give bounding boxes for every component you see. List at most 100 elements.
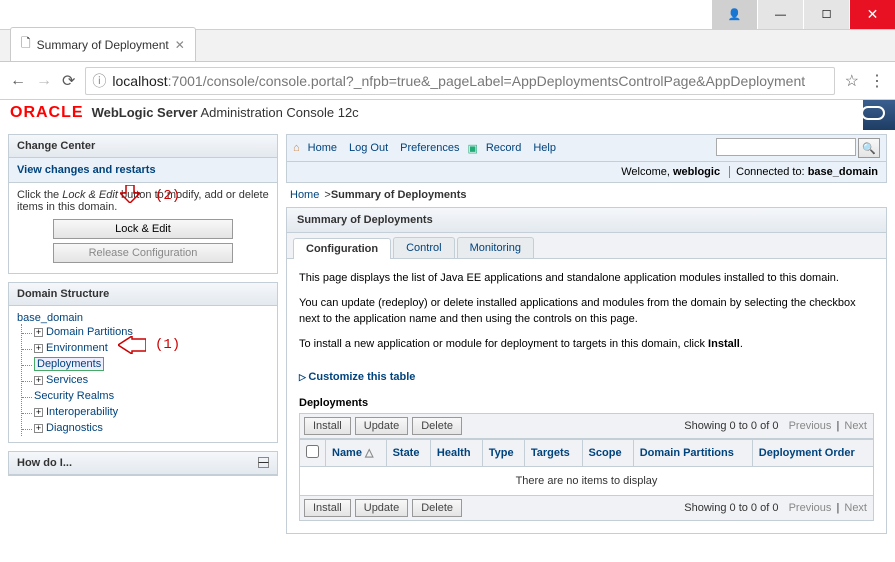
breadcrumb: Home >Summary of Deployments [286, 183, 887, 207]
pager-next-bottom[interactable]: Next [844, 502, 867, 514]
pager-prev[interactable]: Previous [789, 420, 832, 432]
tab-control[interactable]: Control [393, 237, 454, 258]
col-header[interactable]: Scope [582, 439, 633, 466]
tab-close-icon[interactable]: ✕ [175, 38, 185, 52]
tree-item-label[interactable]: Environment [46, 342, 108, 354]
tree-item-label[interactable]: Domain Partitions [46, 326, 133, 338]
home-icon[interactable]: ⌂ [293, 142, 300, 154]
logout-link[interactable]: Log Out [349, 142, 388, 154]
change-center-title: Change Center [9, 135, 277, 158]
how-do-i-title[interactable]: How do I... — [9, 452, 277, 475]
sort-asc-icon: △ [362, 447, 374, 459]
delete-button-bottom[interactable]: Delete [412, 499, 462, 517]
window-titlebar: 👤 — ☐ ✕ [0, 0, 895, 30]
app-header: ORACLE WebLogic Server Administration Co… [0, 100, 895, 130]
tab-title: Summary of Deployment [37, 38, 169, 52]
tree-item[interactable]: Deployments [34, 356, 269, 372]
pager-next[interactable]: Next [844, 420, 867, 432]
page-title: Summary of Deployments [286, 207, 887, 233]
install-button-bottom[interactable]: Install [304, 499, 351, 517]
tree-item[interactable]: +Domain Partitions [34, 324, 269, 340]
intro-p2: You can update (redeploy) or delete inst… [299, 296, 874, 327]
search-button[interactable]: 🔍 [858, 138, 880, 158]
bookmark-star-icon[interactable]: ☆ [845, 71, 859, 91]
tree-item[interactable]: Security Realms [34, 388, 269, 404]
update-button[interactable]: Update [355, 417, 408, 435]
window-minimize-button[interactable]: — [758, 0, 803, 29]
tree-item-label[interactable]: Diagnostics [46, 422, 103, 434]
col-header[interactable]: Targets [524, 439, 582, 466]
select-all-checkbox[interactable] [306, 445, 319, 458]
url-path: /console/console.portal?_nfpb=true&_page… [203, 73, 805, 89]
tree-item-label[interactable]: Security Realms [34, 390, 114, 402]
back-button[interactable]: ← [10, 72, 26, 90]
tab-configuration[interactable]: Configuration [293, 238, 391, 259]
welcome-bar: Welcome, weblogic Connected to: base_dom… [286, 162, 887, 183]
home-link[interactable]: Home [308, 142, 337, 154]
tree-expand-icon[interactable]: + [34, 344, 43, 353]
table-pager-top: Showing 0 to 0 of 0 Previous | Next [682, 420, 869, 432]
tree-expand-icon[interactable]: + [34, 424, 43, 433]
domain-structure-panel: Domain Structure base_domain +Domain Par… [8, 282, 278, 443]
tree-item-label[interactable]: Services [46, 374, 88, 386]
url-bar[interactable]: ⓘ localhost:7001/console/console.portal?… [85, 67, 834, 95]
tree-item-label[interactable]: Interoperability [46, 406, 118, 418]
tree-expand-icon[interactable]: + [34, 376, 43, 385]
window-close-button[interactable]: ✕ [850, 0, 895, 29]
browser-tab[interactable]: 🗋 Summary of Deployment ✕ [10, 27, 196, 61]
tab-monitoring[interactable]: Monitoring [457, 237, 534, 258]
view-changes-link[interactable]: View changes and restarts [17, 164, 156, 176]
connected-domain: base_domain [808, 166, 878, 178]
product-sub: Administration Console 12c [200, 105, 358, 120]
tree-item-label[interactable]: Deployments [34, 357, 104, 371]
help-link[interactable]: Help [533, 142, 556, 154]
prefs-link[interactable]: Preferences [400, 142, 459, 154]
url-port: :7001 [168, 73, 203, 89]
col-header[interactable]: Name △ [326, 439, 387, 466]
browser-menu-icon[interactable]: ⋮ [869, 71, 885, 91]
top-toolbar: ⌂ Home Log Out Preferences ▣ Record Help… [286, 134, 887, 162]
pager-prev-bottom[interactable]: Previous [789, 502, 832, 514]
update-button-bottom[interactable]: Update [355, 499, 408, 517]
col-header[interactable]: Deployment Order [752, 439, 873, 466]
breadcrumb-home[interactable]: Home [290, 189, 319, 201]
table-toolbar-bottom: Install Update Delete Showing 0 to 0 of … [299, 496, 874, 521]
product-name: WebLogic Server [92, 105, 198, 120]
tree-root[interactable]: base_domain [17, 312, 269, 324]
lock-edit-instruction: Click the Lock & Edit button to modify, … [17, 189, 269, 213]
tree-item[interactable]: +Environment [34, 340, 269, 356]
tree-item[interactable]: +Services [34, 372, 269, 388]
col-header[interactable]: Domain Partitions [633, 439, 752, 466]
delete-button[interactable]: Delete [412, 417, 462, 435]
release-config-button[interactable]: Release Configuration [53, 243, 233, 263]
url-host: localhost [112, 73, 167, 89]
customize-table-link[interactable]: Customize this table [299, 371, 415, 383]
col-header[interactable]: Health [430, 439, 482, 466]
window-maximize-button[interactable]: ☐ [804, 0, 849, 29]
col-checkbox [300, 439, 326, 466]
install-button[interactable]: Install [304, 417, 351, 435]
table-pager-bottom: Showing 0 to 0 of 0 Previous | Next [682, 502, 869, 514]
domain-structure-title: Domain Structure [9, 283, 277, 306]
tree-expand-icon[interactable]: + [34, 408, 43, 417]
collapse-icon[interactable]: — [258, 457, 269, 468]
tree-expand-icon[interactable]: + [34, 328, 43, 337]
col-header[interactable]: Type [482, 439, 524, 466]
tree-item[interactable]: +Diagnostics [34, 420, 269, 436]
intro-p3: To install a new application or module f… [299, 337, 874, 352]
content-body: This page displays the list of Java EE a… [286, 259, 887, 534]
info-icon[interactable]: ⓘ [92, 71, 106, 91]
reload-button[interactable]: ⟳ [62, 71, 75, 91]
record-link[interactable]: Record [486, 142, 521, 154]
record-icon[interactable]: ▣ [467, 142, 477, 155]
col-header[interactable]: State [386, 439, 430, 466]
window-user-button[interactable]: 👤 [712, 0, 757, 29]
tree-item[interactable]: +Interoperability [34, 404, 269, 420]
how-do-i-panel: How do I... — [8, 451, 278, 476]
search-input[interactable] [716, 138, 856, 156]
forward-button[interactable]: → [36, 72, 52, 90]
intro-p1: This page displays the list of Java EE a… [299, 271, 874, 286]
browser-tabbar: 🗋 Summary of Deployment ✕ [0, 30, 895, 62]
lock-edit-button[interactable]: Lock & Edit [53, 219, 233, 239]
table-toolbar-top: Install Update Delete Showing 0 to 0 of … [299, 413, 874, 439]
